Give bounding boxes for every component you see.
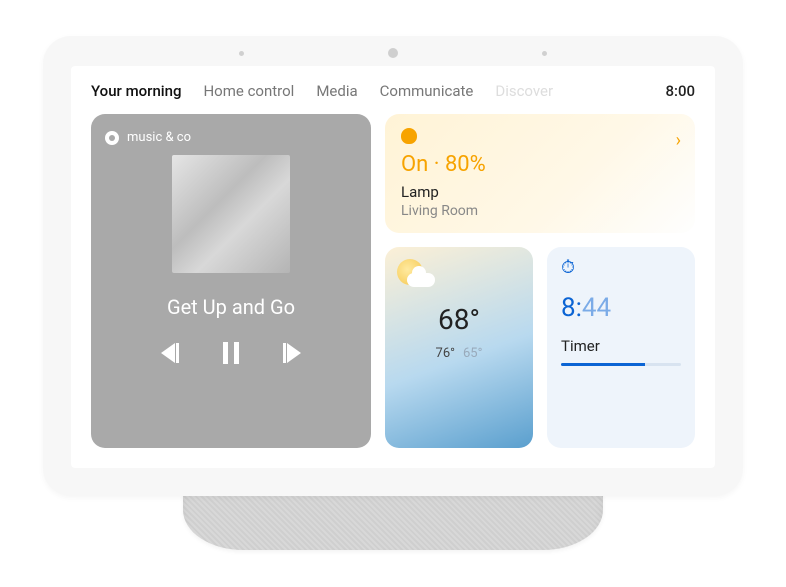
nav-bar: Your morning Home control Media Communic… — [91, 82, 695, 100]
pause-button[interactable] — [217, 339, 245, 367]
screen: Your morning Home control Media Communic… — [71, 66, 715, 468]
timer-time: 8:44 — [561, 293, 681, 323]
smart-display-device: Your morning Home control Media Communic… — [43, 36, 743, 550]
next-track-button[interactable] — [279, 339, 307, 367]
timer-mins: 44 — [582, 293, 611, 323]
mic-left — [239, 51, 244, 56]
weather-low: 65° — [463, 346, 482, 361]
device-bezel: Your morning Home control Media Communic… — [43, 36, 743, 496]
weather-hilo: 76° 65° — [399, 346, 519, 361]
light-status: On · 80% — [401, 152, 679, 177]
tab-discover[interactable]: Discover — [495, 82, 553, 100]
weather-high: 76° — [436, 346, 455, 361]
mic-right — [542, 51, 547, 56]
music-source-label: music & co — [127, 130, 191, 145]
bottom-row: 68° 76° 65° ⏱ 8:44 Timer — [385, 247, 695, 448]
music-source: music & co — [105, 130, 191, 145]
music-controls — [155, 339, 307, 367]
album-art — [172, 155, 290, 273]
tab-media[interactable]: Media — [316, 82, 357, 100]
clock: 8:00 — [665, 82, 695, 100]
content-area: music & co Get Up and Go › On · 80% — [91, 114, 695, 448]
weather-card[interactable]: 68° 76° 65° — [385, 247, 533, 448]
music-service-icon — [105, 131, 119, 145]
previous-track-button[interactable] — [155, 339, 183, 367]
timer-hours: 8: — [561, 293, 582, 323]
tab-your-morning[interactable]: Your morning — [91, 82, 181, 100]
tab-home-control[interactable]: Home control — [203, 82, 294, 100]
camera-sensor — [388, 48, 398, 58]
cloud-icon — [407, 273, 435, 287]
timer-card[interactable]: ⏱ 8:44 Timer — [547, 247, 695, 448]
track-title: Get Up and Go — [167, 295, 295, 319]
music-card[interactable]: music & co Get Up and Go — [91, 114, 371, 448]
light-room: Living Room — [401, 203, 679, 219]
chevron-right-icon[interactable]: › — [676, 130, 681, 151]
timer-progress-fill — [561, 363, 645, 366]
stopwatch-icon: ⏱ — [561, 259, 681, 277]
right-column: › On · 80% Lamp Living Room 68° 76° 6 — [385, 114, 695, 448]
weather-temp: 68° — [399, 303, 519, 336]
light-name: Lamp — [401, 183, 679, 201]
lightbulb-icon — [401, 128, 417, 144]
tab-communicate[interactable]: Communicate — [380, 82, 474, 100]
light-card[interactable]: › On · 80% Lamp Living Room — [385, 114, 695, 233]
timer-label: Timer — [561, 337, 681, 355]
timer-progress-bar — [561, 363, 681, 366]
